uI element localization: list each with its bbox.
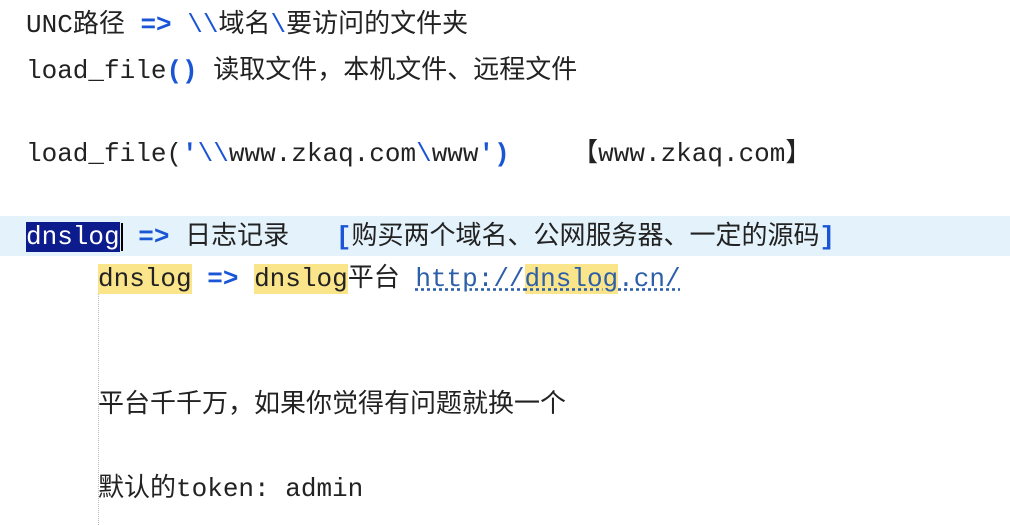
bracket-close: ]	[819, 222, 836, 252]
editor-line-4[interactable]: dnslog => 日志记录 [购买两个域名、公网服务器、一定的源码]	[26, 216, 1010, 256]
editor-line-5[interactable]: dnslog => dnslog平台 http://dnslog.cn/	[98, 258, 1010, 298]
token-value: token: admin	[176, 474, 364, 504]
unc-backslashes: \\	[187, 10, 219, 40]
editor-line-1[interactable]: UNC路径 => \\域名\要访问的文件夹	[26, 4, 1010, 44]
default-token-label: 默认的	[98, 473, 177, 503]
editor-line-2[interactable]: load_file() 读取文件，本机文件、远程文件	[26, 50, 1010, 90]
platform-note: 平台千千万，如果你觉得有问题就换一个	[98, 389, 567, 419]
arrow-operator-2: =>	[138, 222, 170, 252]
editor-line-7[interactable]: 默认的token: admin	[98, 468, 1010, 508]
domain-text: www.zkaq.com	[228, 139, 417, 169]
editor-line-6[interactable]: 平台千千万，如果你觉得有问题就换一个	[98, 384, 1010, 424]
text-cursor	[120, 223, 123, 252]
load-file-call: load_file(	[26, 139, 183, 169]
folder-text: www	[431, 139, 479, 169]
editor-line-3[interactable]: load_file('\\www.zkaq.com\www') 【www.zka…	[26, 134, 1010, 174]
bracket-domain: 【www.zkaq.com】	[572, 139, 812, 169]
dnslog-highlight-1: dnslog	[98, 264, 192, 294]
line2-description: 读取文件，本机文件、远程文件	[213, 55, 578, 85]
dnslog-highlight-3: dnslog	[524, 264, 619, 294]
parens: ()	[166, 56, 198, 86]
load-file-func: load_file	[26, 56, 167, 86]
arrow-operator: =>	[140, 10, 172, 40]
paren-close: )	[494, 139, 510, 169]
dnslog-highlight-2: dnslog	[254, 264, 348, 294]
quote-open: '	[182, 139, 198, 169]
arrow-operator-3: =>	[207, 264, 239, 294]
path-separator: \	[270, 10, 287, 40]
unc-backslashes-2: \\	[197, 139, 229, 169]
selected-text[interactable]: dnslog	[26, 222, 120, 252]
requirements-cjk: 购买两个域名、公网服务器、一定的源码	[351, 221, 820, 251]
path-cjk: 路径	[72, 9, 125, 39]
domain-cjk: 域名	[218, 9, 271, 39]
platform-cjk: 平台	[347, 263, 400, 293]
quote-close: '	[478, 139, 495, 169]
dnslog-link[interactable]: http://dnslog.cn/	[415, 264, 681, 294]
log-record-cjk: 日志记录	[185, 221, 290, 251]
folder-cjk: 要访问的文件夹	[286, 9, 469, 39]
unc-text: UNC	[26, 10, 73, 40]
slash: \	[416, 139, 432, 169]
bracket-open: [	[335, 222, 352, 252]
